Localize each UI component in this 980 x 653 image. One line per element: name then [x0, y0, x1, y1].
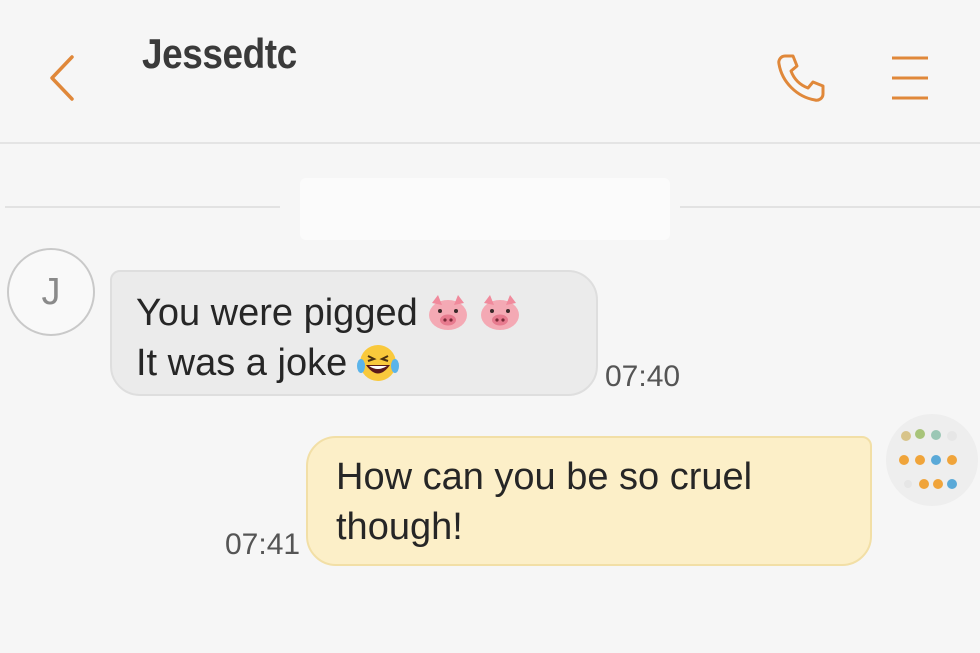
message-line: It was a joke — [136, 342, 348, 384]
message-line: though! — [336, 506, 463, 548]
phone-icon — [777, 54, 825, 102]
incoming-message-bubble[interactable]: You were pigged It was a joke — [110, 270, 598, 396]
contact-avatar[interactable]: J — [7, 248, 95, 336]
date-divider-line — [5, 206, 280, 208]
message-timestamp: 07:40 — [605, 360, 681, 393]
my-avatar[interactable] — [886, 414, 978, 506]
avatar-initial: J — [41, 270, 61, 313]
menu-button[interactable] — [884, 50, 936, 106]
colored-dots-avatar-icon — [899, 429, 957, 489]
message-timestamp: 07:41 — [225, 528, 301, 561]
pig-face-emoji-icon — [428, 295, 467, 330]
call-button[interactable] — [770, 48, 832, 108]
laughing-tears-emoji-icon — [357, 345, 400, 381]
message-line: How can you be so cruel — [336, 456, 753, 498]
date-divider-line — [680, 206, 980, 208]
pig-face-emoji-icon — [480, 295, 519, 330]
date-separator-pill — [300, 178, 670, 240]
chevron-left-icon — [50, 55, 74, 101]
outgoing-message-bubble[interactable]: How can you be so cruel though! — [306, 436, 872, 566]
back-button[interactable] — [36, 48, 86, 108]
contact-name: Jessedtc — [142, 30, 297, 77]
conversation-header: Jessedtc — [0, 0, 980, 144]
message-line: You were pigged — [136, 292, 418, 334]
menu-icon — [892, 56, 928, 100]
